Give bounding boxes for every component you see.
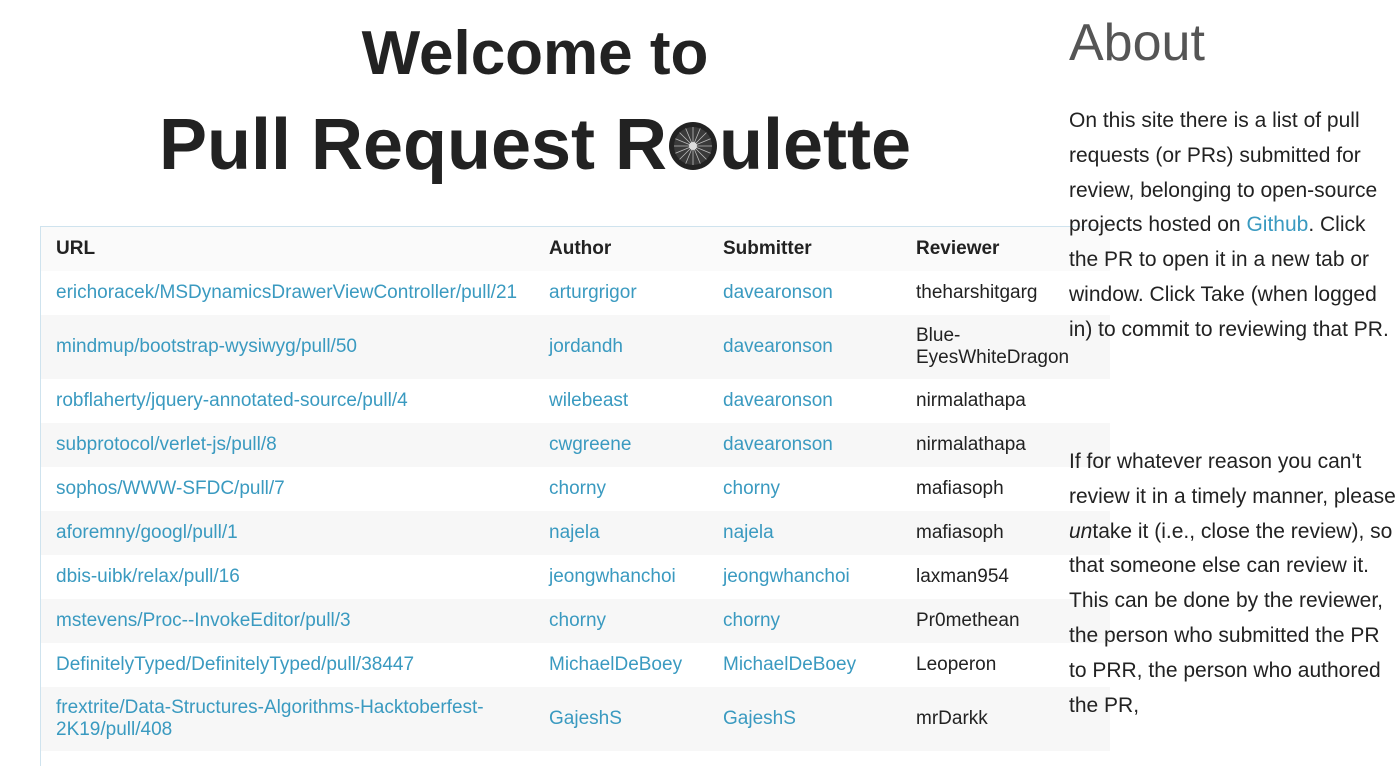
table-row: frextrite/Data-Structures-Algorithms-Hac… <box>41 687 1110 751</box>
table-row: mstevens/Proc--InvokeEditor/pull/3 chorn… <box>41 599 1110 643</box>
site-title-part1: Pull Request R <box>158 105 668 185</box>
pr-url-link[interactable]: erichoracek/MSDynamicsDrawerViewControll… <box>56 282 517 303</box>
table-row: erichoracek/MSDynamicsDrawerViewControll… <box>41 271 1110 315</box>
column-header-submitter: Submitter <box>708 227 901 271</box>
submitter-link[interactable]: chorny <box>723 478 780 499</box>
pr-url-link[interactable]: DefinitelyTyped/DefinitelyTyped/pull/384… <box>56 654 414 675</box>
pr-table: URL Author Submitter Reviewer erichorace… <box>41 227 1110 751</box>
submitter-link[interactable]: chorny <box>723 610 780 631</box>
about-paragraph-1: On this site there is a list of pull req… <box>1069 104 1399 348</box>
about-heading: About <box>1069 14 1205 72</box>
author-link[interactable]: chorny <box>549 478 606 499</box>
table-row: robflaherty/jquery-annotated-source/pull… <box>41 379 1110 423</box>
table-row: sophos/WWW-SFDC/pull/7 chorny chorny maf… <box>41 467 1110 511</box>
about-paragraph-2: If for whatever reason you can't review … <box>1069 445 1399 723</box>
welcome-heading: Welcome to <box>361 19 709 88</box>
pr-url-link[interactable]: robflaherty/jquery-annotated-source/pull… <box>56 390 408 411</box>
submitter-link[interactable]: GajeshS <box>723 708 796 729</box>
roulette-wheel-icon <box>669 122 718 170</box>
column-header-url: URL <box>41 227 534 271</box>
submitter-link[interactable]: jeongwhanchoi <box>723 566 850 587</box>
pr-url-link[interactable]: mindmup/bootstrap-wysiwyg/pull/50 <box>56 336 357 357</box>
author-link[interactable]: MichaelDeBoey <box>549 654 682 675</box>
pr-url-link[interactable]: mstevens/Proc--InvokeEditor/pull/3 <box>56 610 351 631</box>
submitter-link[interactable]: davearonson <box>723 336 833 357</box>
author-link[interactable]: cwgreene <box>549 434 631 455</box>
reviewer-name: nirmalathapa <box>916 390 1026 411</box>
author-link[interactable]: chorny <box>549 610 606 631</box>
about-text: take it (i.e., close the review), so tha… <box>1069 519 1393 717</box>
table-row: dbis-uibk/relax/pull/16 jeongwhanchoi je… <box>41 555 1110 599</box>
table-row: mindmup/bootstrap-wysiwyg/pull/50 jordan… <box>41 315 1110 379</box>
submitter-link[interactable]: davearonson <box>723 434 833 455</box>
submitter-link[interactable]: MichaelDeBoey <box>723 654 856 675</box>
github-link[interactable]: Github <box>1246 213 1308 236</box>
site-title: Pull Request R ulette <box>0 103 1070 187</box>
column-header-author: Author <box>534 227 708 271</box>
pr-url-link[interactable]: dbis-uibk/relax/pull/16 <box>56 566 240 587</box>
author-link[interactable]: wilebeast <box>549 390 628 411</box>
author-link[interactable]: arturgrigor <box>549 282 637 303</box>
pr-url-link[interactable]: frextrite/Data-Structures-Algorithms-Hac… <box>56 697 484 740</box>
pr-url-link[interactable]: sophos/WWW-SFDC/pull/7 <box>56 478 285 499</box>
table-row: DefinitelyTyped/DefinitelyTyped/pull/384… <box>41 643 1110 687</box>
about-emphasis: un <box>1069 519 1093 543</box>
pr-url-link[interactable]: aforemny/googl/pull/1 <box>56 522 238 543</box>
submitter-link[interactable]: najela <box>723 522 774 543</box>
table-header-row: URL Author Submitter Reviewer <box>41 227 1110 271</box>
author-link[interactable]: GajeshS <box>549 708 622 729</box>
pr-url-link[interactable]: subprotocol/verlet-js/pull/8 <box>56 434 277 455</box>
submitter-link[interactable]: davearonson <box>723 282 833 303</box>
about-text: If for whatever reason you can't review … <box>1069 450 1396 508</box>
table-row: aforemny/googl/pull/1 najela najela mafi… <box>41 511 1110 555</box>
submitter-link[interactable]: davearonson <box>723 390 833 411</box>
table-row: subprotocol/verlet-js/pull/8 cwgreene da… <box>41 423 1110 467</box>
site-title-part2: ulette <box>719 105 912 185</box>
author-link[interactable]: jordandh <box>549 336 623 357</box>
author-link[interactable]: najela <box>549 522 600 543</box>
author-link[interactable]: jeongwhanchoi <box>549 566 676 587</box>
pr-table-container: URL Author Submitter Reviewer erichorace… <box>40 226 1110 766</box>
